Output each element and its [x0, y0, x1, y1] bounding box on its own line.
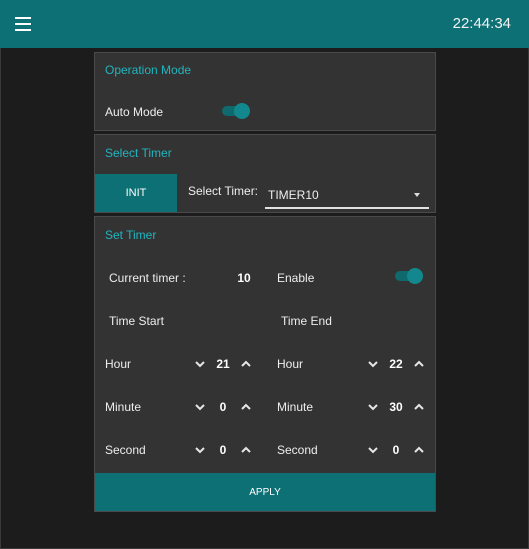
start-second-value: 0: [219, 443, 227, 457]
operation-mode-title: Operation Mode: [105, 63, 192, 77]
start-hour-value: 21: [216, 357, 230, 371]
start-hour-label: Hour: [105, 357, 132, 371]
start-minute-decrement-chevron-down-icon[interactable]: [193, 400, 207, 414]
set-timer-title: Set Timer: [105, 228, 157, 242]
current-timer-label: Current timer :: [109, 271, 186, 285]
dropdown-caret-icon: [414, 193, 420, 197]
clock: 22:44:34: [452, 15, 511, 32]
end-minute-value: 30: [389, 400, 403, 414]
start-second-increment-chevron-up-icon[interactable]: [239, 443, 253, 457]
start-minute-label: Minute: [105, 400, 142, 414]
operation-mode-card: Operation Mode Auto Mode: [94, 52, 436, 131]
start-minute-value: 0: [219, 400, 227, 414]
end-hour-increment-chevron-up-icon[interactable]: [412, 357, 426, 371]
end-minute-decrement-chevron-down-icon[interactable]: [366, 400, 380, 414]
start-hour-decrement-chevron-down-icon[interactable]: [193, 357, 207, 371]
end-second-value: 0: [392, 443, 400, 457]
current-timer-value: 10: [237, 271, 251, 285]
end-minute-increment-chevron-up-icon[interactable]: [412, 400, 426, 414]
end-minute-label: Minute: [277, 400, 314, 414]
hamburger-menu-icon[interactable]: [15, 17, 31, 31]
enable-toggle[interactable]: [395, 268, 423, 284]
start-minute-increment-chevron-up-icon[interactable]: [239, 400, 253, 414]
time-start-title: Time Start: [109, 314, 164, 328]
auto-mode-label: Auto Mode: [105, 105, 164, 119]
select-timer-card: Select Timer INIT Select Timer: TIMER10: [94, 134, 436, 213]
end-second-increment-chevron-up-icon[interactable]: [412, 443, 426, 457]
enable-label: Enable: [277, 271, 315, 285]
end-hour-value: 22: [389, 357, 403, 371]
start-second-label: Second: [105, 443, 146, 457]
timer-select-value: TIMER10: [268, 188, 319, 202]
end-second-label: Second: [277, 443, 318, 457]
end-hour-label: Hour: [277, 357, 304, 371]
init-button[interactable]: INIT: [95, 174, 177, 212]
time-end-title: Time End: [281, 314, 332, 328]
start-second-decrement-chevron-down-icon[interactable]: [193, 443, 207, 457]
top-app-bar: 22:44:34: [0, 0, 529, 48]
end-second-decrement-chevron-down-icon[interactable]: [366, 443, 380, 457]
select-timer-label: Select Timer:: [188, 184, 259, 198]
auto-mode-toggle[interactable]: [222, 103, 250, 119]
end-hour-decrement-chevron-down-icon[interactable]: [366, 357, 380, 371]
timer-select[interactable]: TIMER10: [265, 183, 429, 209]
start-hour-increment-chevron-up-icon[interactable]: [239, 357, 253, 371]
select-timer-title: Select Timer: [105, 146, 172, 160]
set-timer-card: Set Timer Current timer : 10 Enable Time…: [94, 216, 436, 512]
apply-button[interactable]: APPLY: [95, 473, 435, 511]
